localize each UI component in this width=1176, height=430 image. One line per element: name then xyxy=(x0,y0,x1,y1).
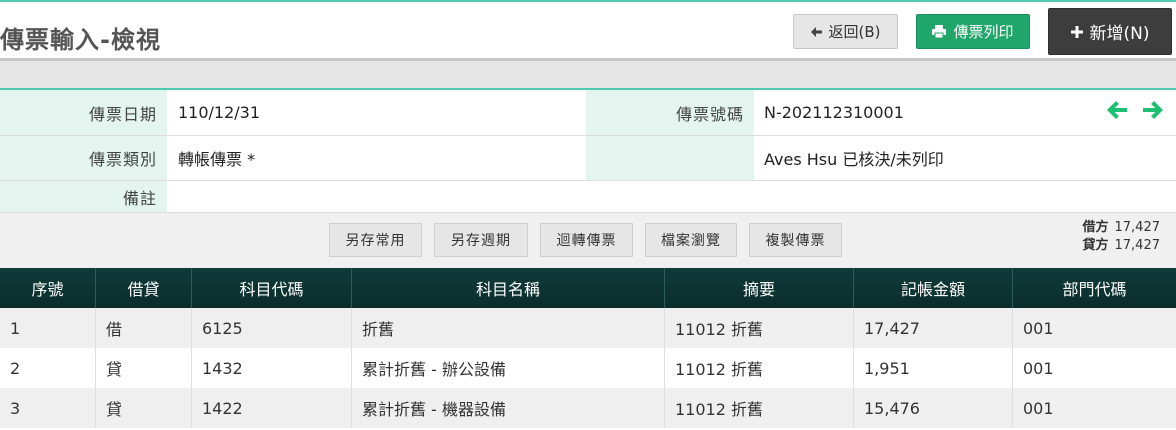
debit-total: 17,427 xyxy=(1114,220,1161,235)
section-divider xyxy=(0,58,1176,88)
remark-label: 備註 xyxy=(0,181,167,212)
cell-account-name: 累計折舊 - 辦公設備 xyxy=(352,348,665,388)
cell-summary: 11012 折舊 xyxy=(665,308,854,348)
back-button-label: 返回(B) xyxy=(828,23,881,41)
cell-seq: 3 xyxy=(0,388,96,428)
voucher-form: 傳票日期 110/12/31 傳票號碼 N-202112310001 傳票類別 … xyxy=(0,88,1176,213)
cell-summary: 11012 折舊 xyxy=(665,388,854,428)
table-header-row: 序號 借貸 科目代碼 科目名稱 摘要 記帳金額 部門代碼 xyxy=(0,268,1176,308)
cell-summary: 11012 折舊 xyxy=(665,348,854,388)
arrow-left-icon xyxy=(810,26,822,37)
credit-total: 17,427 xyxy=(1114,238,1161,253)
cell-account-code: 1432 xyxy=(192,348,352,388)
print-voucher-button[interactable]: 傳票列印 xyxy=(916,14,1030,49)
cell-debit-credit: 貸 xyxy=(96,388,192,428)
cell-department: 001 xyxy=(1023,318,1054,338)
voucher-date-label: 傳票日期 xyxy=(0,90,167,135)
debit-credit-totals: 借方 17,427 貸方 17,427 xyxy=(1082,219,1160,255)
page-header: 傳票輸入-檢視 返回(B) 傳票列印 新增(N) xyxy=(0,2,1176,58)
column-header-account-name[interactable]: 科目名稱 xyxy=(352,268,665,308)
credit-label: 貸方 xyxy=(1082,238,1109,253)
back-button[interactable]: 返回(B) xyxy=(793,14,898,49)
voucher-entries-table: 序號 借貸 科目代碼 科目名稱 摘要 記帳金額 部門代碼 1 借 6125 折舊… xyxy=(0,268,1176,428)
copy-voucher-button[interactable]: 複製傳票 xyxy=(749,223,842,257)
cell-amount: 17,427 xyxy=(854,308,1013,348)
cell-amount: 1,951 xyxy=(854,348,1013,388)
cell-account-name: 累計折舊 - 機器設備 xyxy=(352,388,665,428)
cell-account-name: 折舊 xyxy=(352,308,665,348)
column-header-debit-credit[interactable]: 借貸 xyxy=(96,268,192,308)
reverse-voucher-button[interactable]: 迴轉傳票 xyxy=(540,223,633,257)
column-header-account-code[interactable]: 科目代碼 xyxy=(192,268,352,308)
cell-debit-credit: 借 xyxy=(96,308,192,348)
table-row[interactable]: 1 借 6125 折舊 11012 折舊 17,427 001 xyxy=(0,308,1176,348)
previous-record-icon[interactable] xyxy=(1106,100,1128,124)
status-label-cell xyxy=(586,136,754,180)
form-row-date-number: 傳票日期 110/12/31 傳票號碼 N-202112310001 xyxy=(0,90,1176,136)
form-row-type-status: 傳票類別 轉帳傳票 * Aves Hsu 已核決/未列印 xyxy=(0,136,1176,181)
add-new-button[interactable]: 新增(N) xyxy=(1048,8,1172,55)
save-as-periodic-button[interactable]: 另存週期 xyxy=(434,223,528,257)
table-row[interactable]: 2 貸 1432 累計折舊 - 辦公設備 11012 折舊 1,951 001 xyxy=(0,348,1176,388)
voucher-type-value: 轉帳傳票 * xyxy=(178,150,256,169)
plus-icon xyxy=(1070,25,1083,38)
browse-files-button[interactable]: 檔案瀏覽 xyxy=(645,223,737,257)
cell-department: 001 xyxy=(1023,398,1054,418)
credit-total-line: 貸方 17,427 xyxy=(1082,237,1160,255)
voucher-type-label: 傳票類別 xyxy=(0,136,167,180)
save-as-common-button[interactable]: 另存常用 xyxy=(329,223,422,257)
cell-debit-credit: 貸 xyxy=(96,348,192,388)
voucher-date-value: 110/12/31 xyxy=(178,103,261,122)
column-header-amount[interactable]: 記帳金額 xyxy=(854,268,1013,308)
print-button-label: 傳票列印 xyxy=(953,23,1014,41)
voucher-number-value: N-202112310001 xyxy=(764,103,904,122)
column-header-summary[interactable]: 摘要 xyxy=(665,268,854,308)
next-record-icon[interactable] xyxy=(1142,100,1164,124)
voucher-number-label: 傳票號碼 xyxy=(586,90,754,135)
cell-account-code: 6125 xyxy=(192,308,352,348)
cell-seq: 2 xyxy=(0,348,96,388)
cell-seq: 1 xyxy=(0,308,96,348)
cell-account-code: 1422 xyxy=(192,388,352,428)
action-toolbar: 另存常用 另存週期 迴轉傳票 檔案瀏覽 複製傳票 借方 17,427 貸方 17,4… xyxy=(0,213,1176,268)
cell-amount: 15,476 xyxy=(854,388,1013,428)
table-row[interactable]: 3 貸 1422 累計折舊 - 機器設備 11012 折舊 15,476 001 xyxy=(0,388,1176,428)
cell-department: 001 xyxy=(1023,358,1054,378)
column-header-department[interactable]: 部門代碼 xyxy=(1013,268,1176,308)
printer-icon xyxy=(932,25,947,38)
approval-status-value: Aves Hsu 已核決/未列印 xyxy=(764,150,944,169)
debit-total-line: 借方 17,427 xyxy=(1082,219,1160,237)
form-row-remark: 備註 xyxy=(0,181,1176,213)
record-navigation xyxy=(1106,100,1164,124)
debit-label: 借方 xyxy=(1082,220,1109,235)
page-title: 傳票輸入-檢視 xyxy=(0,26,161,54)
add-button-label: 新增(N) xyxy=(1089,24,1150,44)
column-header-seq[interactable]: 序號 xyxy=(0,268,96,308)
